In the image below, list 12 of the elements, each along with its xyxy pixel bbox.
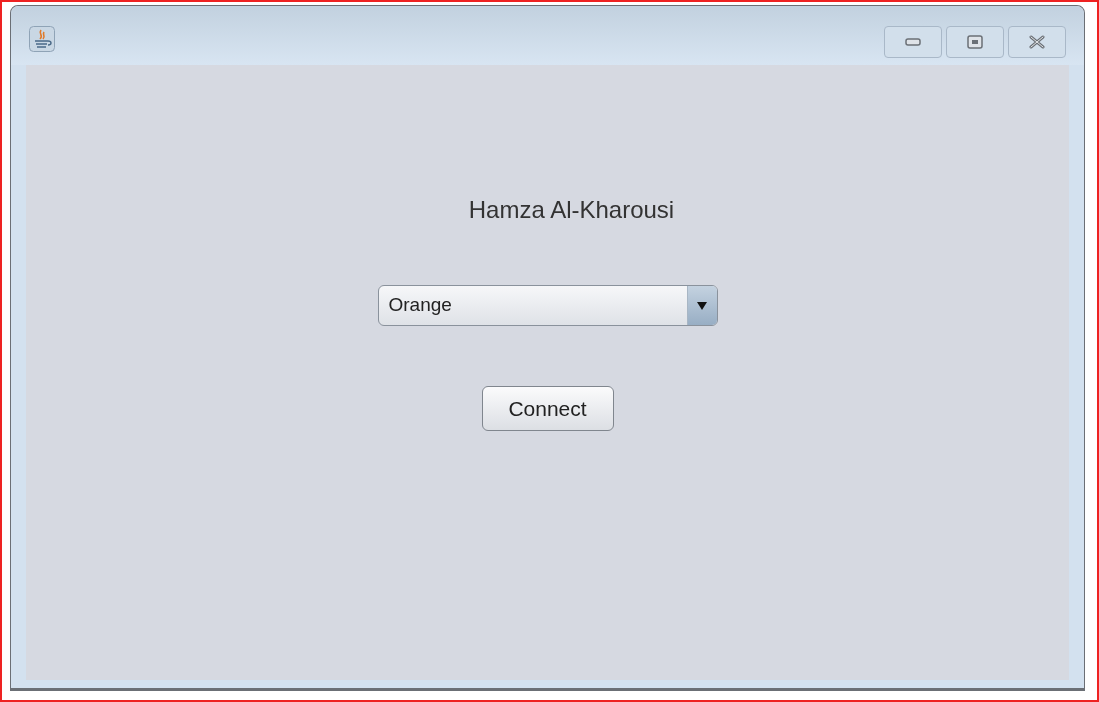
close-icon bbox=[1028, 35, 1046, 49]
fruit-dropdown[interactable]: Orange bbox=[377, 285, 718, 326]
dropdown-value: Orange bbox=[387, 293, 453, 318]
connect-button[interactable]: Connect bbox=[481, 386, 614, 431]
name-label: Hamza Al-Kharousi bbox=[468, 195, 675, 225]
minimize-button[interactable] bbox=[884, 26, 942, 58]
dropdown-arrow-icon bbox=[696, 300, 708, 311]
close-button[interactable] bbox=[1008, 26, 1066, 58]
minimize-icon bbox=[905, 38, 921, 46]
coffee-cup-icon bbox=[29, 26, 55, 52]
maximize-icon bbox=[967, 35, 983, 49]
maximize-button[interactable] bbox=[946, 26, 1004, 58]
